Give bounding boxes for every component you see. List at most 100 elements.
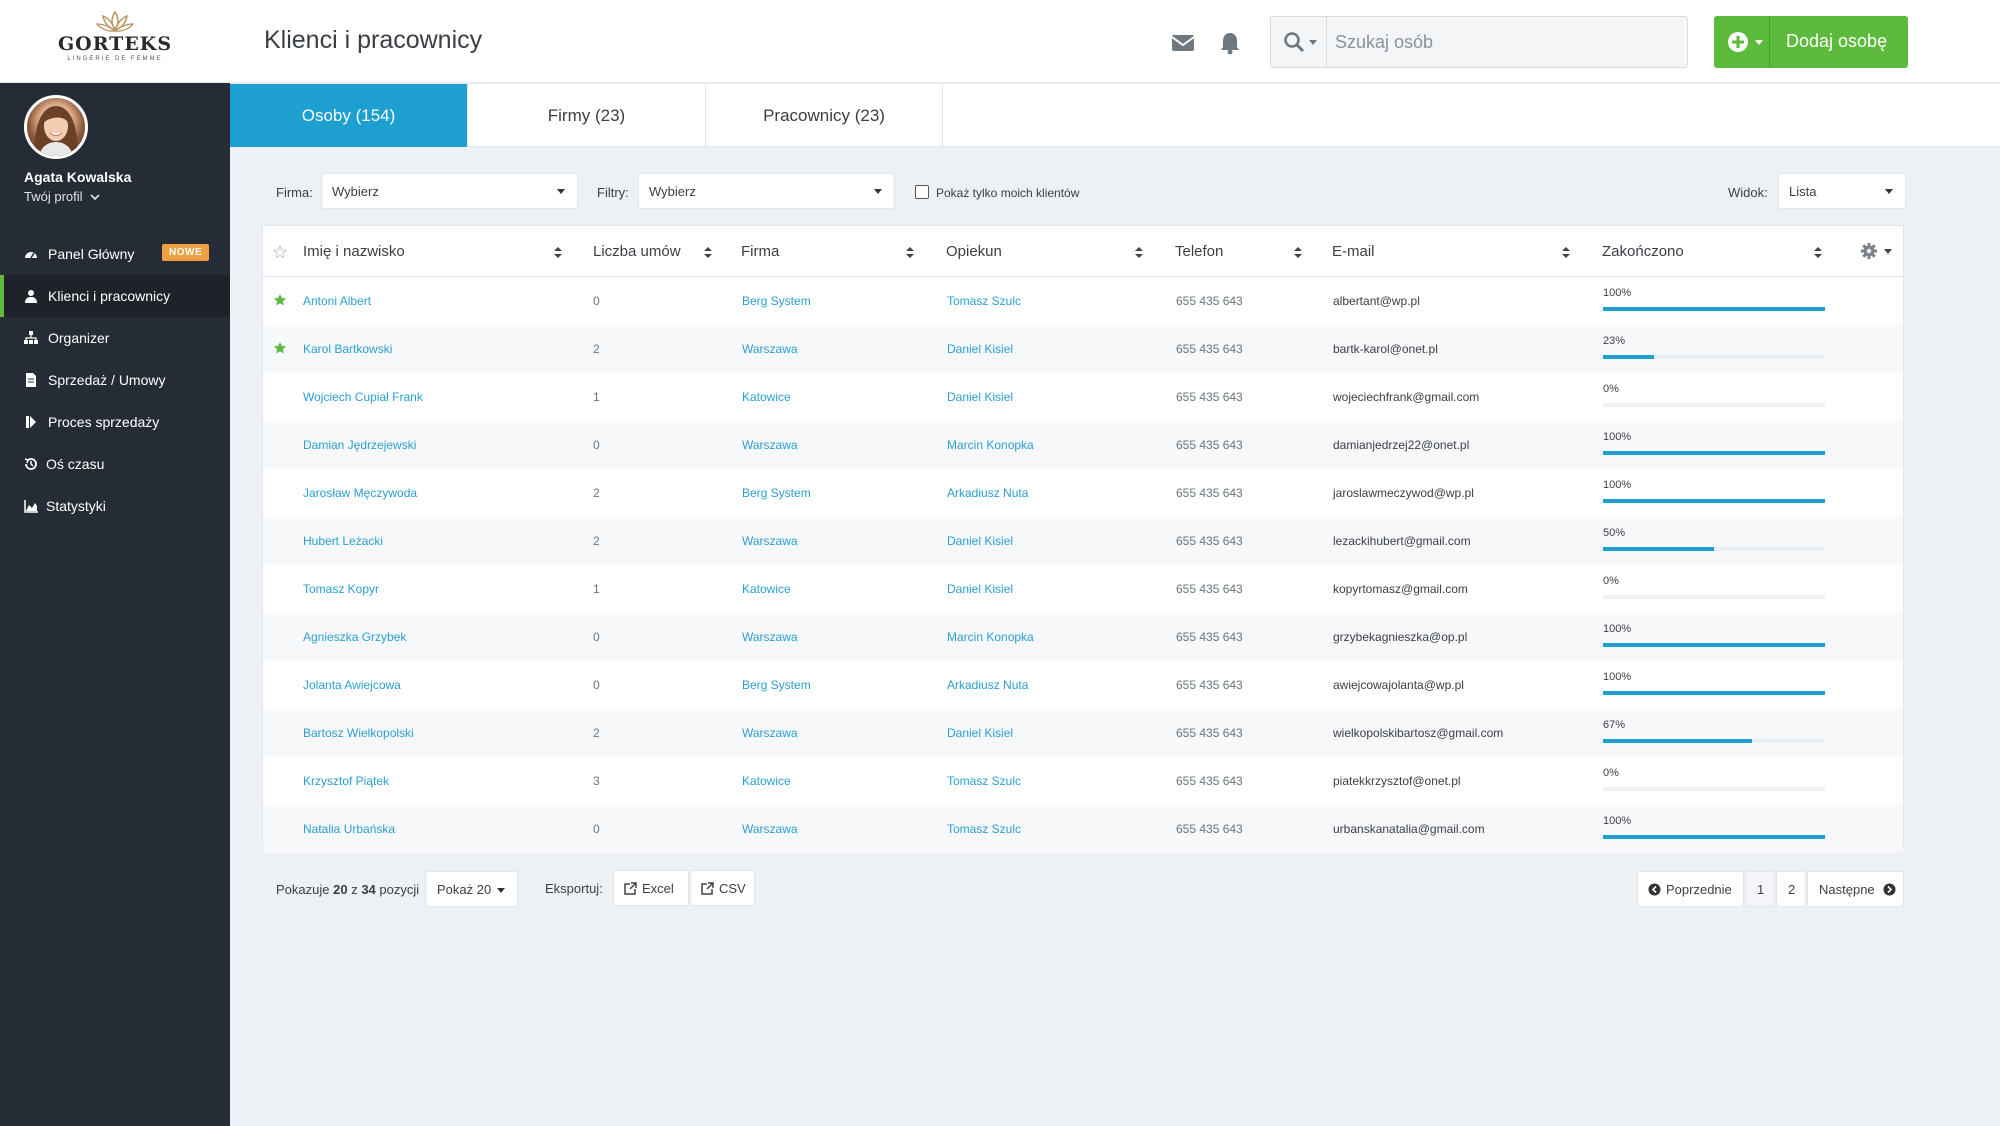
search-options-button[interactable] (1271, 17, 1327, 67)
column-header-done[interactable]: Zakończono (1602, 243, 1684, 260)
pagination-page-1[interactable]: 1 (1745, 871, 1775, 907)
company-link[interactable]: Warszawa (742, 822, 798, 836)
view-select[interactable]: Lista (1778, 173, 1906, 209)
avatar[interactable] (24, 95, 88, 159)
manager-link[interactable]: Tomasz Szulc (947, 774, 1021, 788)
search-box (1270, 16, 1688, 68)
bell-icon[interactable] (1217, 30, 1243, 56)
column-settings-button[interactable] (1860, 242, 1894, 262)
company-link[interactable]: Warszawa (742, 438, 798, 452)
sidebar-item-panel-glowny[interactable]: Panel Główny NOWE (0, 233, 230, 275)
company-link[interactable]: Berg System (742, 678, 811, 692)
company-link[interactable]: Katowice (742, 582, 791, 596)
person-name-link[interactable]: Jolanta Awiejcowa (303, 678, 401, 692)
sidebar-item-proces-sprzedazy[interactable]: Proces sprzedaży (0, 401, 230, 443)
star-icon[interactable] (273, 341, 287, 355)
table-row[interactable]: Damian Jędrzejewski 0 Warszawa Marcin Konop… (263, 421, 1903, 469)
table-row[interactable]: Hubert Leżacki 2 Warszawa Daniel Kisiel 655 … (263, 517, 1903, 565)
table-row[interactable]: Jarosław Męczywoda 2 Berg System Arkadiusz … (263, 469, 1903, 517)
pagination-next-button[interactable]: Następne (1807, 871, 1904, 907)
company-link[interactable]: Berg System (742, 294, 811, 308)
tab-pracownicy[interactable]: Pracownicy (23) (706, 84, 943, 147)
person-name-link[interactable]: Karol Bartkowski (303, 342, 392, 356)
sidebar-item-os-czasu[interactable]: Oś czasu (0, 443, 230, 485)
company-link[interactable]: Warszawa (742, 342, 798, 356)
add-person-button[interactable]: Dodaj osobę (1714, 16, 1908, 68)
person-name-link[interactable]: Agnieszka Grzybek (303, 630, 406, 644)
manager-link[interactable]: Marcin Konopka (947, 438, 1034, 452)
sort-icon[interactable] (1562, 247, 1570, 259)
company-link[interactable]: Warszawa (742, 630, 798, 644)
person-name-link[interactable]: Jarosław Męczywoda (303, 486, 417, 500)
manager-link[interactable]: Arkadiusz Nuta (947, 486, 1028, 500)
manager-link[interactable]: Daniel Kisiel (947, 534, 1013, 548)
person-name-link[interactable]: Bartosz Wielkopolski (303, 726, 414, 740)
star-outline-icon[interactable] (273, 245, 287, 259)
column-header-phone[interactable]: Telefon (1175, 243, 1223, 260)
sort-icon[interactable] (704, 247, 712, 259)
manager-link[interactable]: Daniel Kisiel (947, 582, 1013, 596)
manager-link[interactable]: Tomasz Szulc (947, 822, 1021, 836)
manager-link[interactable]: Daniel Kisiel (947, 390, 1013, 404)
table-row[interactable]: Agnieszka Grzybek 0 Warszawa Marcin Konopka… (263, 613, 1903, 661)
table-row[interactable]: Jolanta Awiejcowa 0 Berg System Arkadiusz N… (263, 661, 1903, 709)
sort-icon[interactable] (1135, 247, 1143, 259)
table-row[interactable]: Bartosz Wielkopolski 2 Warszawa Daniel Kisi… (263, 709, 1903, 757)
filtry-select[interactable]: Wybierz (638, 173, 895, 209)
table-row[interactable]: Natalia Urbańska 0 Warszawa Tomasz Szulc 655… (263, 805, 1903, 853)
manager-link[interactable]: Arkadiusz Nuta (947, 678, 1028, 692)
email-address: bartk-karol@onet.pl (1333, 342, 1438, 356)
add-person-label: Dodaj osobę (1786, 31, 1888, 51)
only-my-clients-checkbox[interactable] (915, 185, 929, 199)
person-name-link[interactable]: Wojciech Cupiał Frank (303, 390, 423, 404)
person-name-link[interactable]: Tomasz Kopyr (303, 582, 379, 596)
table-row[interactable]: Karol Bartkowski 2 Warszawa Daniel Kisiel 65… (263, 325, 1903, 373)
column-header-name[interactable]: Imię i nazwisko (303, 243, 405, 260)
page-size-select[interactable]: Pokaż 20 (425, 871, 518, 907)
sidebar-item-organizer[interactable]: Organizer (0, 317, 230, 359)
table-row[interactable]: Wojciech Cupiał Frank 1 Katowice Daniel Kis… (263, 373, 1903, 421)
table-row[interactable]: Antoni Albert 0 Berg System Tomasz Szulc 655… (263, 277, 1903, 325)
pagination-page-2[interactable]: 2 (1776, 871, 1806, 907)
sort-icon[interactable] (906, 247, 914, 259)
sidebar-item-klienci-i-pracownicy[interactable]: Klienci i pracownicy (0, 275, 230, 317)
company-link[interactable]: Berg System (742, 486, 811, 500)
tab-firmy[interactable]: Firmy (23) (468, 84, 706, 147)
company-link[interactable]: Warszawa (742, 534, 798, 548)
column-header-manager[interactable]: Opiekun (946, 243, 1002, 260)
person-name-link[interactable]: Krzysztof Piątek (303, 774, 389, 788)
tab-osoby[interactable]: Osoby (154) (230, 84, 468, 147)
column-header-contracts[interactable]: Liczba umów (593, 243, 681, 260)
search-input[interactable] (1335, 29, 1675, 55)
envelope-icon[interactable] (1170, 30, 1196, 56)
sidebar-item-sprzedaz-umowy[interactable]: Sprzedaż / Umowy (0, 359, 230, 401)
add-options-toggle[interactable] (1714, 16, 1770, 68)
column-header-company[interactable]: Firma (741, 243, 779, 260)
person-name-link[interactable]: Damian Jędrzejewski (303, 438, 416, 452)
table-row[interactable]: Krzysztof Piątek 3 Katowice Tomasz Szulc 655… (263, 757, 1903, 805)
export-csv-button[interactable]: CSV (690, 870, 755, 906)
table-row[interactable]: Tomasz Kopyr 1 Katowice Daniel Kisiel 655 43… (263, 565, 1903, 613)
sort-icon[interactable] (554, 247, 562, 259)
only-my-clients-label[interactable]: Pokaż tylko moich klientów (936, 186, 1079, 200)
pagination-prev-button[interactable]: Poprzednie (1637, 871, 1744, 907)
company-link[interactable]: Warszawa (742, 726, 798, 740)
company-link[interactable]: Katowice (742, 390, 791, 404)
star-icon[interactable] (273, 293, 287, 307)
profile-menu-toggle[interactable]: Twój profil (24, 189, 100, 204)
manager-link[interactable]: Tomasz Szulc (947, 294, 1021, 308)
person-name-link[interactable]: Hubert Leżacki (303, 534, 383, 548)
firma-select[interactable]: Wybierz (321, 173, 578, 209)
manager-link[interactable]: Marcin Konopka (947, 630, 1034, 644)
sort-icon[interactable] (1814, 247, 1822, 259)
person-name-link[interactable]: Antoni Albert (303, 294, 371, 308)
person-name-link[interactable]: Natalia Urbańska (303, 822, 395, 836)
manager-link[interactable]: Daniel Kisiel (947, 726, 1013, 740)
company-link[interactable]: Katowice (742, 774, 791, 788)
brand-logo[interactable]: GORTEKS LINGERIE DE FEMME (50, 10, 180, 74)
export-excel-button[interactable]: Excel (613, 870, 689, 906)
manager-link[interactable]: Daniel Kisiel (947, 342, 1013, 356)
column-header-email[interactable]: E-mail (1332, 243, 1375, 260)
sidebar-item-statystyki[interactable]: Statystyki (0, 485, 230, 527)
sort-icon[interactable] (1294, 247, 1302, 259)
